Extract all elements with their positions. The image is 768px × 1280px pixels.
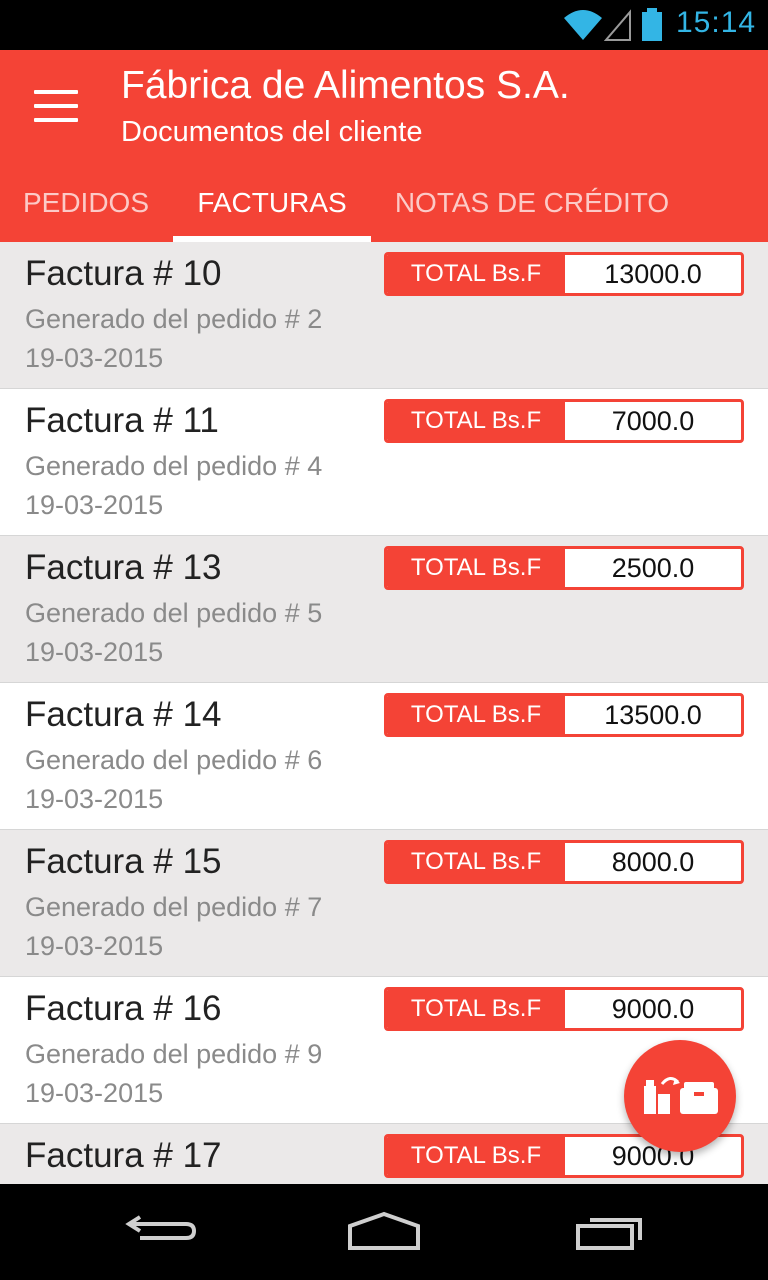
list-item[interactable]: Factura # 11 Generado del pedido # 4 19-… (0, 389, 768, 536)
total-badge: TOTAL Bs.F 13000.0 (384, 252, 744, 296)
list-item[interactable]: Factura # 10 Generado del pedido # 2 19-… (0, 242, 768, 389)
back-icon (125, 1215, 197, 1240)
back-button[interactable] (100, 1184, 220, 1280)
total-label: TOTAL Bs.F (387, 549, 565, 587)
invoice-date: 19-03-2015 (25, 784, 164, 814)
invoice-title: Factura # 13 (25, 548, 222, 587)
invoice-title: Factura # 16 (25, 989, 222, 1028)
total-label: TOTAL Bs.F (387, 402, 565, 440)
total-value: 13000.0 (604, 259, 702, 289)
tab-facturas[interactable]: FACTURAS (173, 178, 371, 242)
invoice-title: Factura # 11 (25, 401, 219, 440)
invoice-origin: Generado del pedido # 6 (25, 745, 323, 775)
total-label: TOTAL Bs.F (387, 255, 565, 293)
total-badge: TOTAL Bs.F 8000.0 (384, 840, 744, 884)
invoice-title: Factura # 10 (25, 254, 222, 293)
total-value: 13500.0 (604, 700, 702, 730)
list-item[interactable]: Factura # 13 Generado del pedido # 5 19-… (0, 536, 768, 683)
invoice-date: 19-03-2015 (25, 1078, 164, 1108)
invoice-date: 19-03-2015 (25, 490, 164, 520)
menu-icon[interactable] (34, 90, 78, 124)
total-value: 2500.0 (611, 553, 695, 583)
invoice-list: Factura # 10 Generado del pedido # 2 19-… (0, 242, 768, 1184)
recent-apps-icon (576, 1218, 642, 1250)
invoice-origin: Generado del pedido # 5 (25, 598, 323, 628)
invoice-date: 19-03-2015 (25, 637, 164, 667)
total-label: TOTAL Bs.F (387, 990, 565, 1028)
signal-icon (604, 9, 631, 41)
invoice-date: 19-03-2015 (25, 931, 164, 961)
total-label: TOTAL Bs.F (387, 696, 565, 734)
invoice-origin: Generado del pedido # 7 (25, 892, 323, 922)
home-button[interactable] (324, 1184, 444, 1280)
home-icon (348, 1211, 420, 1250)
navigation-bar (0, 1184, 768, 1280)
app-bar: Fábrica de Alimentos S.A. Documentos del… (0, 50, 768, 242)
tab-notas-de-credito[interactable]: NOTAS DE CRÉDITO (388, 178, 676, 242)
invoice-title: Factura # 15 (25, 842, 222, 881)
wifi-icon (564, 10, 602, 40)
total-value: 7000.0 (611, 406, 695, 436)
total-label: TOTAL Bs.F (387, 1137, 565, 1175)
app-title: Fábrica de Alimentos S.A. (121, 64, 570, 107)
app-subtitle: Documentos del cliente (121, 116, 423, 148)
total-badge: TOTAL Bs.F 7000.0 (384, 399, 744, 443)
invoice-title: Factura # 14 (25, 695, 222, 734)
total-badge: TOTAL Bs.F 2500.0 (384, 546, 744, 590)
invoice-title: Factura # 17 (25, 1136, 222, 1175)
total-badge: TOTAL Bs.F 9000.0 (384, 987, 744, 1031)
recent-apps-button[interactable] (550, 1184, 670, 1280)
total-badge: TOTAL Bs.F 13500.0 (384, 693, 744, 737)
total-value: 9000.0 (611, 994, 695, 1024)
tab-bar: PEDIDOS FACTURAS NOTAS DE CRÉDITO (0, 178, 768, 242)
tab-pedidos[interactable]: PEDIDOS (10, 178, 162, 242)
list-item[interactable]: Factura # 15 Generado del pedido # 7 19-… (0, 830, 768, 977)
invoice-date: 19-03-2015 (25, 343, 164, 373)
invoice-origin: Generado del pedido # 2 (25, 304, 323, 334)
battery-icon (642, 8, 662, 41)
total-value: 8000.0 (611, 847, 695, 877)
fab-button[interactable] (624, 1040, 736, 1152)
status-bar: 15:14 (0, 0, 768, 50)
total-label: TOTAL Bs.F (387, 843, 565, 881)
invoice-origin: Generado del pedido # 4 (25, 451, 323, 481)
invoice-origin: Generado del pedido # 9 (25, 1039, 323, 1069)
status-time: 15:14 (676, 6, 757, 39)
list-item[interactable]: Factura # 14 Generado del pedido # 6 19-… (0, 683, 768, 830)
products-to-box-icon (644, 1077, 718, 1114)
